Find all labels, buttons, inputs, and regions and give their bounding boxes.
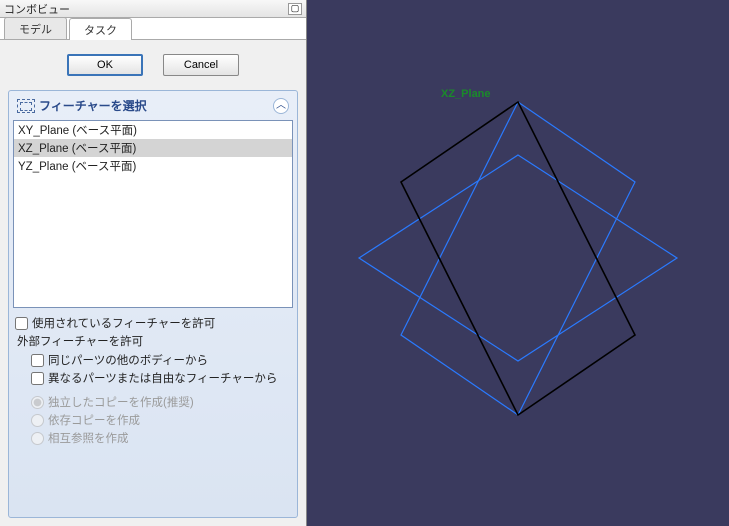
tab-model[interactable]: モデル xyxy=(4,17,67,39)
radio-crossref-row: 相互参照を作成 xyxy=(15,429,291,447)
allow-used-checkbox[interactable] xyxy=(15,317,28,330)
cancel-button[interactable]: Cancel xyxy=(163,54,239,76)
viewport-3d[interactable]: XZ_Plane xyxy=(307,0,729,526)
combo-view-panel: コンボビュー ▢ モデル タスク OK Cancel フィーチャーを選択 ︿ X… xyxy=(0,0,307,526)
plane-wireframe xyxy=(307,0,729,526)
radio-independent-row: 独立したコピーを作成(推奨) xyxy=(15,393,291,411)
radio-crossref-label: 相互参照を作成 xyxy=(48,430,129,446)
xy-plane-outline xyxy=(359,155,677,361)
radio-independent-label: 独立したコピーを作成(推奨) xyxy=(48,394,194,410)
undock-icon[interactable]: ▢ xyxy=(288,3,302,15)
same-part-row[interactable]: 同じパーツの他のボディーから xyxy=(15,351,291,369)
task-panel: フィーチャーを選択 ︿ XY_Plane (ベース平面)XZ_Plane (ベー… xyxy=(8,90,298,518)
ok-button[interactable]: OK xyxy=(67,54,143,76)
yz-plane-outline xyxy=(401,102,635,415)
selected-plane-label: XZ_Plane xyxy=(441,88,491,100)
dialog-buttons: OK Cancel xyxy=(0,40,306,86)
radio-dependent-row: 依存コピーを作成 xyxy=(15,411,291,429)
diff-part-label: 異なるパーツまたは自由なフィーチャーから xyxy=(48,370,277,386)
allow-used-label: 使用されているフィーチャーを許可 xyxy=(32,315,215,331)
external-features-label: 外部フィーチャーを許可 xyxy=(15,332,291,351)
plane-list-item[interactable]: YZ_Plane (ベース平面) xyxy=(14,157,292,175)
same-part-label: 同じパーツの他のボディーから xyxy=(48,352,208,368)
task-title: フィーチャーを選択 xyxy=(39,97,273,114)
plane-listbox[interactable]: XY_Plane (ベース平面)XZ_Plane (ベース平面)YZ_Plane… xyxy=(13,120,293,308)
panel-header: コンボビュー ▢ xyxy=(0,0,306,18)
same-part-checkbox[interactable] xyxy=(31,354,44,367)
select-feature-icon xyxy=(17,99,35,113)
radio-dependent xyxy=(31,414,44,427)
xz-plane-outline-selected xyxy=(401,102,635,415)
radio-crossref xyxy=(31,432,44,445)
collapse-button[interactable]: ︿ xyxy=(273,98,289,114)
panel-title: コンボビュー xyxy=(4,1,288,17)
plane-list-item[interactable]: XZ_Plane (ベース平面) xyxy=(14,139,292,157)
allow-used-row[interactable]: 使用されているフィーチャーを許可 xyxy=(15,314,291,332)
options-group: 使用されているフィーチャーを許可 外部フィーチャーを許可 同じパーツの他のボディ… xyxy=(13,308,293,447)
radio-independent xyxy=(31,396,44,409)
tab-task[interactable]: タスク xyxy=(69,18,132,40)
task-header: フィーチャーを選択 ︿ xyxy=(13,95,293,120)
plane-list-item[interactable]: XY_Plane (ベース平面) xyxy=(14,121,292,139)
diff-part-row[interactable]: 異なるパーツまたは自由なフィーチャーから xyxy=(15,369,291,387)
diff-part-checkbox[interactable] xyxy=(31,372,44,385)
radio-dependent-label: 依存コピーを作成 xyxy=(48,412,140,428)
tab-bar: モデル タスク xyxy=(0,18,306,40)
